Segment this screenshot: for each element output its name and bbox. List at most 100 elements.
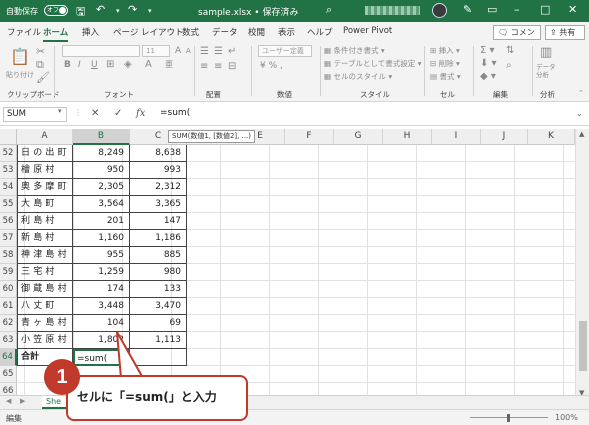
cell-municipality[interactable]: 大島町 — [17, 196, 73, 213]
copy-icon[interactable]: ⧉ — [36, 58, 44, 72]
cell-value-c[interactable]: 69 — [130, 315, 187, 332]
expand-formula-bar-icon[interactable]: ⌄ — [576, 109, 583, 118]
search-icon[interactable]: ⌕ — [326, 3, 332, 17]
sheet-nav-right-icon[interactable]: ▶ — [20, 397, 25, 405]
cell-value-b[interactable]: 1,160 — [73, 230, 130, 247]
row-header[interactable]: 52 — [0, 145, 17, 162]
sheet-nav-left-icon[interactable]: ◀ — [6, 397, 11, 405]
row-header[interactable]: 62 — [0, 315, 17, 332]
wrap-text-icon[interactable]: ↵ — [228, 46, 236, 57]
tab-home[interactable]: ホーム — [43, 26, 69, 42]
vertical-scrollbar[interactable]: ▲ ▼ — [575, 129, 589, 401]
comment-button[interactable]: 🗨 コメント — [493, 25, 541, 50]
column-header-g[interactable]: G — [334, 129, 383, 145]
merge-icon[interactable]: ⊟ — [228, 61, 236, 72]
row-header[interactable]: 65 — [0, 366, 17, 383]
row-header[interactable]: 63 — [0, 332, 17, 349]
name-box-dropdown-icon[interactable]: ▾ — [58, 107, 62, 115]
enter-button[interactable]: ✓ — [114, 108, 122, 119]
column-header-h[interactable]: H — [383, 129, 432, 145]
cell-municipality[interactable]: 奥多摩町 — [17, 179, 73, 196]
cell-municipality[interactable]: 小笠原村 — [17, 332, 73, 349]
align-top-icon[interactable]: ☰ — [200, 46, 209, 57]
save-icon[interactable]: 🖫 — [76, 3, 85, 22]
column-header-b[interactable]: B — [73, 129, 130, 145]
row-header[interactable]: 61 — [0, 298, 17, 315]
cell-styles-button[interactable]: ▦ セルのスタイル ▾ — [324, 71, 392, 82]
column-header-k[interactable]: K — [528, 129, 575, 145]
tab-page-layout[interactable]: ページ レイアウト — [113, 26, 184, 38]
cell-value-b[interactable]: 950 — [73, 162, 130, 179]
delete-cells-button[interactable]: ⊟ 削除 ▾ — [430, 58, 460, 69]
cell-value-b[interactable]: 955 — [73, 247, 130, 264]
row-header-active[interactable]: 64 — [0, 349, 17, 366]
cell-municipality[interactable]: 神津島村 — [17, 247, 73, 264]
cell-value-c[interactable]: 2,312 — [130, 179, 187, 196]
row-header[interactable]: 58 — [0, 247, 17, 264]
cell-value-c[interactable]: 8,638 — [130, 145, 187, 162]
cell-municipality[interactable]: 御蔵島村 — [17, 281, 73, 298]
sort-filter-icon[interactable]: ⇅ — [506, 45, 514, 56]
zoom-slider-knob[interactable] — [507, 414, 510, 422]
cell-municipality[interactable]: 日の出町 — [17, 145, 73, 162]
cell-value-c[interactable]: 147 — [130, 213, 187, 230]
cell-value-c[interactable]: 980 — [130, 264, 187, 281]
cell-value-b[interactable]: 8,249 — [73, 145, 130, 162]
insert-cells-button[interactable]: ⊞ 挿入 ▾ — [430, 45, 460, 56]
borders-icon[interactable]: ⊞ — [106, 59, 114, 70]
row-header[interactable]: 59 — [0, 264, 17, 281]
minimize-icon[interactable]: – — [514, 3, 520, 16]
row-header[interactable]: 53 — [0, 162, 17, 179]
font-color-icon[interactable]: A — [145, 59, 152, 70]
phonetic-icon[interactable]: 亜 — [165, 59, 173, 70]
collapse-ribbon-icon[interactable]: ⌃ — [578, 89, 584, 97]
cell-value-c[interactable]: 885 — [130, 247, 187, 264]
cell-value-c[interactable]: 3,470 — [130, 298, 187, 315]
font-shrink-icon[interactable]: A — [186, 47, 191, 55]
cell-value-b[interactable]: 104 — [73, 315, 130, 332]
align-left-icon[interactable]: ≡ — [200, 61, 208, 72]
close-icon[interactable]: ✕ — [568, 3, 577, 16]
font-size-select[interactable]: 11 — [142, 45, 170, 57]
cell-value-c[interactable]: 3,365 — [130, 196, 187, 213]
column-header-f[interactable]: F — [285, 129, 334, 145]
insert-function-button[interactable]: fx — [136, 108, 145, 119]
autosave-toggle[interactable]: オフ — [44, 5, 68, 16]
cell-value-c[interactable]: 1,186 — [130, 230, 187, 247]
formula-input[interactable]: =sum( — [160, 108, 190, 118]
format-as-table-button[interactable]: ▦ テーブルとして書式設定 ▾ — [324, 58, 421, 69]
cell-value-b[interactable]: 174 — [73, 281, 130, 298]
cell-municipality[interactable]: 利島村 — [17, 213, 73, 230]
pen-icon[interactable]: ✎ — [463, 3, 472, 16]
font-name-select[interactable] — [62, 45, 140, 57]
row-header[interactable]: 54 — [0, 179, 17, 196]
tab-file[interactable]: ファイル — [7, 26, 41, 38]
row-header[interactable]: 56 — [0, 213, 17, 230]
tab-review[interactable]: 校閲 — [248, 26, 265, 38]
select-all-corner[interactable] — [0, 129, 17, 145]
tab-power-pivot[interactable]: Power Pivot — [343, 26, 392, 36]
currency-icon[interactable]: ¥ % , — [260, 61, 283, 71]
tab-formulas[interactable]: 数式 — [182, 26, 199, 38]
cell-municipality[interactable]: 檜原村 — [17, 162, 73, 179]
cell-value-b[interactable]: 3,448 — [73, 298, 130, 315]
format-painter-icon[interactable]: 🖌 — [36, 71, 50, 84]
bold-button[interactable]: B — [64, 60, 71, 70]
format-cells-button[interactable]: ▤ 書式 ▾ — [430, 71, 461, 82]
find-select-icon[interactable]: ⌕ — [506, 60, 512, 71]
fill-color-icon[interactable]: ◈ — [124, 59, 132, 70]
avatar[interactable] — [432, 3, 447, 18]
tab-view[interactable]: 表示 — [278, 26, 295, 38]
cell-municipality[interactable]: 八丈町 — [17, 298, 73, 315]
cell-value-c[interactable]: 133 — [130, 281, 187, 298]
cell-value-b[interactable]: 2,305 — [73, 179, 130, 196]
data-analysis-icon[interactable]: ▥ — [540, 45, 552, 60]
cell-value-b[interactable]: 3,564 — [73, 196, 130, 213]
tab-data[interactable]: データ — [212, 26, 238, 38]
cell-municipality[interactable]: 青ヶ島村 — [17, 315, 73, 332]
cut-icon[interactable]: ✂ — [36, 45, 45, 58]
cell-value-b[interactable]: 201 — [73, 213, 130, 230]
tab-help[interactable]: ヘルプ — [307, 26, 333, 38]
conditional-formatting-button[interactable]: ▦ 条件付き書式 ▾ — [324, 45, 385, 56]
scroll-thumb[interactable] — [579, 321, 587, 371]
